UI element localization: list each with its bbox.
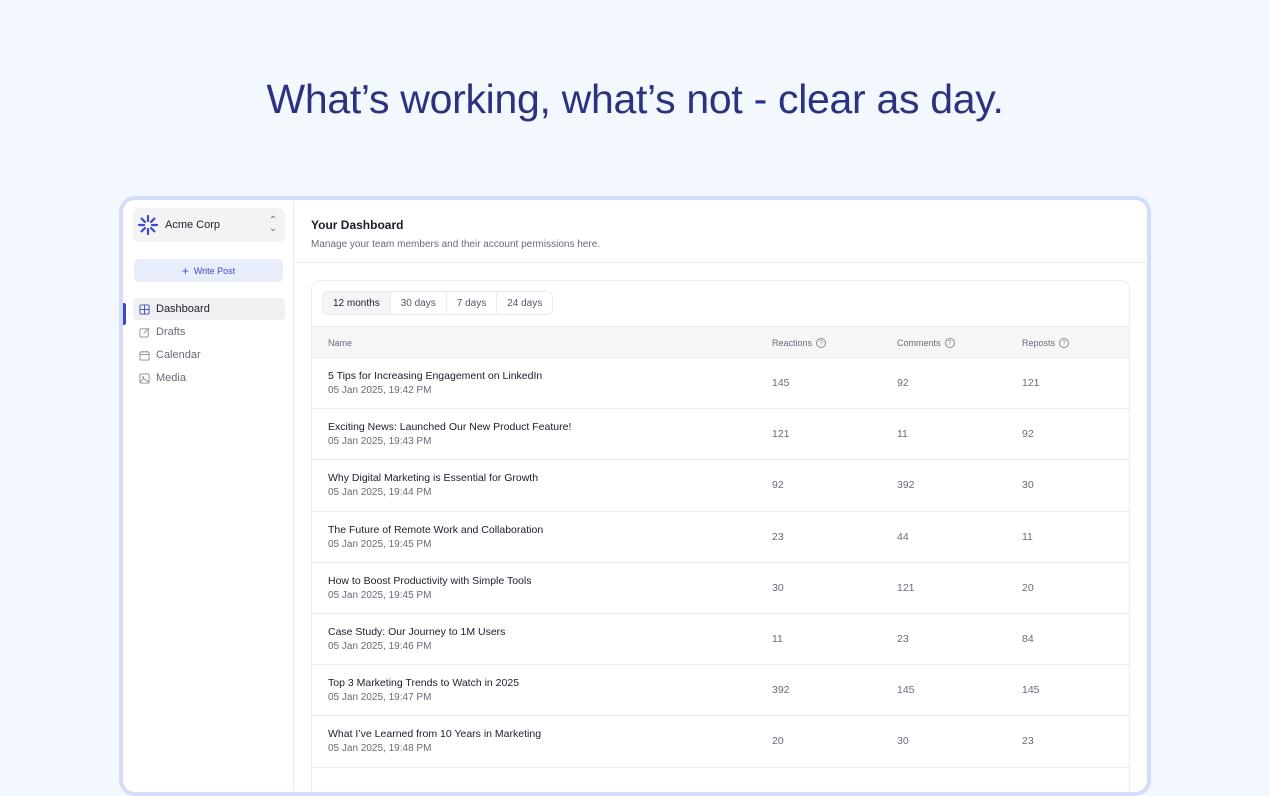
calendar-icon xyxy=(139,350,150,361)
comments-count: 145 xyxy=(897,684,915,697)
table-row[interactable]: The Future of Remote Work and Collaborat… xyxy=(312,512,1129,563)
post-date: 05 Jan 2025, 19:47 PM xyxy=(328,692,432,704)
post-date: 05 Jan 2025, 19:46 PM xyxy=(328,640,432,652)
page-header: Your Dashboard Manage your team members … xyxy=(294,200,1147,263)
main-content: Your Dashboard Manage your team members … xyxy=(294,200,1147,792)
comments-count: 392 xyxy=(897,479,915,492)
sidebar-item-dashboard[interactable]: Dashboard xyxy=(133,298,285,320)
reactions-count: 121 xyxy=(772,428,790,441)
tab-7-days[interactable]: 7 days xyxy=(447,292,498,314)
hero-headline: What’s working, what’s not - clear as da… xyxy=(266,76,1004,122)
post-title: Top 3 Marketing Trends to Watch in 2025 xyxy=(328,677,520,690)
post-title: How to Boost Productivity with Simple To… xyxy=(328,574,532,587)
post-title: Exciting News: Launched Our New Product … xyxy=(328,421,572,434)
reactions-count: 92 xyxy=(772,479,784,492)
tab-24-days[interactable]: 24 days xyxy=(497,292,552,314)
sidebar-item-media[interactable]: Media xyxy=(133,367,285,389)
active-nav-indicator xyxy=(123,303,126,325)
sidebar: Acme Corp ⌃ ⌄ + Write Post Dashboard Draf… xyxy=(123,200,294,792)
reactions-count: 30 xyxy=(772,581,784,594)
app-window: Acme Corp ⌃ ⌄ + Write Post Dashboard Draf… xyxy=(123,200,1147,792)
reactions-count: 392 xyxy=(772,684,790,697)
app-frame: Acme Corp ⌃ ⌄ + Write Post Dashboard Draf… xyxy=(119,196,1151,796)
sidebar-item-label: Calendar xyxy=(156,349,201,361)
post-date: 05 Jan 2025, 19:48 PM xyxy=(328,743,432,755)
table-row[interactable]: Exciting News: Launched Our New Product … xyxy=(312,409,1129,461)
comments-count: 44 xyxy=(897,530,909,543)
table-header: Name Reactions ? Comments ? Reposts ? xyxy=(312,326,1129,358)
page-title: Your Dashboard xyxy=(311,218,404,232)
comments-count: 121 xyxy=(897,581,915,594)
sidebar-item-calendar[interactable]: Calendar xyxy=(133,344,285,366)
table-row[interactable]: Why Digital Marketing is Essential for G… xyxy=(312,460,1129,512)
tab-12-months[interactable]: 12 months xyxy=(323,292,391,314)
posts-card: 12 months 30 days 7 days 24 days Name Re… xyxy=(311,280,1130,792)
reposts-count: 23 xyxy=(1022,735,1034,748)
header-comments[interactable]: Comments ? xyxy=(897,327,955,359)
header-reactions[interactable]: Reactions ? xyxy=(772,327,827,359)
sidebar-item-label: Drafts xyxy=(156,326,186,338)
reposts-count: 121 xyxy=(1022,377,1040,389)
post-title: What I’ve Learned from 10 Years in Marke… xyxy=(328,728,542,741)
org-logo-icon xyxy=(137,214,159,236)
table-body: 5 Tips for Increasing Engagement on Link… xyxy=(312,358,1129,768)
reposts-count: 145 xyxy=(1022,684,1040,697)
post-title: Case Study: Our Journey to 1M Users xyxy=(328,625,506,638)
write-post-button[interactable]: + Write Post xyxy=(134,259,283,282)
chevron-updown-icon: ⌃ ⌄ xyxy=(268,215,278,234)
header-name[interactable]: Name xyxy=(328,327,352,359)
reactions-count: 23 xyxy=(772,530,784,543)
post-title: 5 Tips for Increasing Engagement on Link… xyxy=(328,370,543,382)
sidebar-item-drafts[interactable]: Drafts xyxy=(133,321,285,343)
table-row[interactable]: How to Boost Productivity with Simple To… xyxy=(312,563,1129,614)
comments-count: 23 xyxy=(897,632,909,645)
post-date: 05 Jan 2025, 19:45 PM xyxy=(328,538,432,550)
help-icon[interactable]: ? xyxy=(1059,338,1070,348)
edit-icon xyxy=(139,327,150,338)
org-name: Acme Corp xyxy=(165,219,221,231)
header-name-label: Name xyxy=(328,338,353,348)
reposts-count: 92 xyxy=(1022,428,1034,441)
post-date: 05 Jan 2025, 19:42 PM xyxy=(328,385,432,396)
table-row[interactable]: 5 Tips for Increasing Engagement on Link… xyxy=(312,358,1129,410)
image-icon xyxy=(139,372,150,384)
sidebar-item-label: Dashboard xyxy=(156,303,210,315)
tab-30-days[interactable]: 30 days xyxy=(391,292,447,314)
reactions-count: 145 xyxy=(772,377,790,389)
help-icon[interactable]: ? xyxy=(816,338,827,348)
header-reposts-label: Reposts xyxy=(1022,338,1056,348)
header-comments-label: Comments xyxy=(897,338,941,348)
sidebar-nav: Dashboard Drafts Calendar Media xyxy=(133,298,285,389)
reposts-count: 30 xyxy=(1022,479,1034,492)
comments-count: 11 xyxy=(897,428,908,441)
write-post-label: Write Post xyxy=(193,265,236,276)
table-row[interactable]: Case Study: Our Journey to 1M Users 05 Ja… xyxy=(312,614,1129,666)
post-title: Why Digital Marketing is Essential for G… xyxy=(328,472,539,485)
page-subtitle: Manage your team members and their accou… xyxy=(311,239,601,250)
help-icon[interactable]: ? xyxy=(944,338,955,348)
reposts-count: 11 xyxy=(1022,530,1033,543)
post-date: 05 Jan 2025, 19:45 PM xyxy=(328,589,432,601)
grid-icon xyxy=(139,303,150,315)
reactions-count: 11 xyxy=(772,632,783,645)
org-switcher[interactable]: Acme Corp ⌃ ⌄ xyxy=(133,208,285,242)
plus-icon: + xyxy=(181,263,189,278)
time-range-tabs: 12 months 30 days 7 days 24 days xyxy=(322,291,554,315)
header-reposts[interactable]: Reposts ? xyxy=(1022,327,1070,359)
sidebar-item-label: Media xyxy=(156,372,186,384)
header-reactions-label: Reactions xyxy=(772,338,813,348)
table-row[interactable]: Top 3 Marketing Trends to Watch in 2025 0… xyxy=(312,665,1129,717)
post-date: 05 Jan 2025, 19:44 PM xyxy=(328,487,432,499)
reposts-count: 84 xyxy=(1022,632,1034,645)
comments-count: 92 xyxy=(897,377,909,389)
post-title: The Future of Remote Work and Collaborat… xyxy=(328,523,544,536)
comments-count: 30 xyxy=(897,735,909,748)
post-date: 05 Jan 2025, 19:43 PM xyxy=(328,436,432,448)
reposts-count: 20 xyxy=(1022,581,1034,594)
reactions-count: 20 xyxy=(772,735,784,748)
